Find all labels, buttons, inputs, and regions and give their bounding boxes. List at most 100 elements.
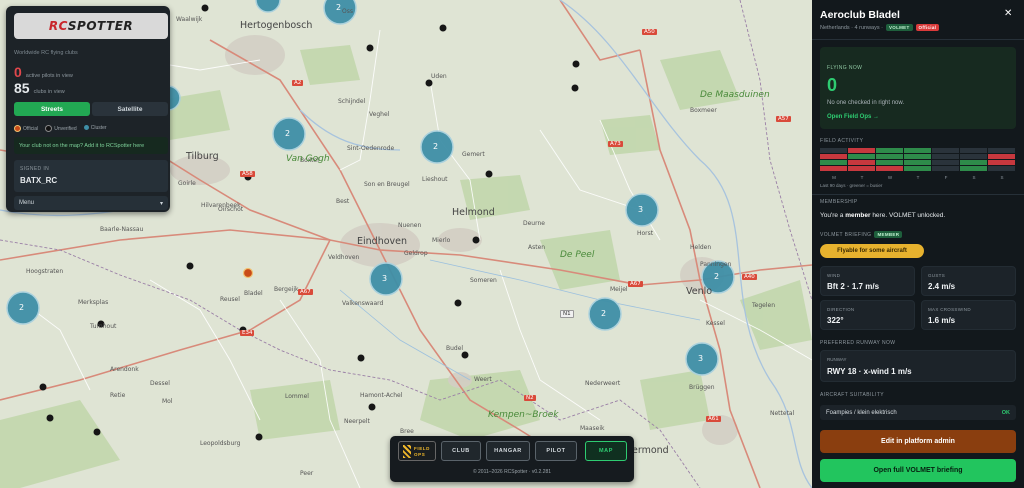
volmet-briefing-label: VOLMET BRIEFING	[820, 231, 872, 238]
activity-cell	[960, 160, 987, 165]
suitability-row: Foampies / klein elektrisch OK	[820, 405, 1016, 420]
volmet-briefing-header: VOLMET BRIEFING MEMBER	[820, 231, 903, 238]
club-title: Aeroclub Bladel	[820, 9, 900, 21]
hazard-stripes-icon	[403, 445, 411, 458]
suitability-aircraft: Foampies / klein elektrisch	[826, 409, 897, 416]
close-icon[interactable]: ✕	[1004, 8, 1012, 19]
field-ops-label: FIELD OPS	[414, 446, 430, 457]
weekday-label: S	[1000, 175, 1004, 180]
weekday-label: W	[887, 175, 893, 180]
wind-card: WIND Bft 2 · 1.7 m/s	[820, 266, 915, 296]
activity-cell	[960, 148, 987, 153]
activity-cell	[820, 166, 847, 171]
activity-cell	[820, 148, 847, 153]
activity-cell	[876, 166, 903, 171]
activity-cell	[848, 160, 875, 165]
clubs-stat: 85 clubs in view	[14, 80, 65, 96]
open-volmet-briefing-button[interactable]: Open full VOLMET briefing	[820, 459, 1016, 482]
clubs-count: 85	[14, 80, 30, 96]
divider	[812, 39, 1024, 40]
preferred-runway-label: PREFERRED RUNWAY NOW	[820, 340, 896, 346]
flying-now-label: FLYING NOW	[827, 65, 863, 71]
activity-cell	[988, 148, 1015, 153]
open-field-ops-link[interactable]: Open Field Ops →	[827, 114, 879, 120]
flying-now-count: 0	[827, 75, 838, 95]
logo-dark-text: SPOTTER	[67, 19, 134, 33]
add-club-link[interactable]: Your club not on the map? Add it to RCSp…	[14, 137, 168, 154]
gusts-value: 2.4 m/s	[928, 282, 956, 291]
map-button[interactable]: MAP	[585, 441, 627, 461]
activity-cell	[932, 166, 959, 171]
membership-text: You're a member here. VOLMET unlocked.	[820, 212, 946, 219]
divider	[812, 194, 1024, 195]
activity-cell	[876, 160, 903, 165]
activity-cell	[904, 148, 931, 153]
pilot-button[interactable]: PILOT	[535, 441, 577, 461]
menu-label: Menu	[19, 200, 35, 206]
flyable-status-pill: Flyable for some aircraft	[820, 244, 924, 258]
no-checkins-text: No one checked in right now.	[827, 100, 905, 106]
club-detail-panel: Aeroclub Bladel ✕ Netherlands · 4 runway…	[812, 0, 1024, 488]
activity-cell	[848, 154, 875, 159]
aircraft-suitability-label: AIRCRAFT SUITABILITY	[820, 392, 884, 398]
activity-cell	[904, 166, 931, 171]
activity-cell	[820, 160, 847, 165]
active-pilots-label: active pilots in view	[25, 73, 73, 79]
wind-label: WIND	[827, 273, 841, 278]
signed-in-label: SIGNED IN	[20, 166, 50, 172]
official-dot-icon	[14, 125, 21, 132]
chevron-down-icon: ▾	[159, 200, 163, 207]
gusts-card: GUSTS 2.4 m/s	[921, 266, 1016, 296]
club-subtitle: Netherlands · 4 runways · VOLMET Officia…	[820, 24, 940, 31]
direction-value: 322°	[827, 316, 844, 325]
runway-card: RUNWAY RWY 18 · x-wind 1 m/s	[820, 350, 1016, 382]
signed-in-card: SIGNED IN BATX_RC	[14, 160, 168, 192]
rcspotter-logo[interactable]: RCSPOTTER	[14, 13, 168, 39]
bottom-nav-bar: FIELD OPS CLUB HANGAR PILOT MAP © 2011–20…	[390, 436, 634, 482]
active-pilots-stat: 0 active pilots in view	[14, 64, 73, 80]
runway-value: RWY 18 · x-wind 1 m/s	[827, 367, 912, 376]
menu-dropdown[interactable]: Menu ▾	[14, 196, 168, 210]
club-button[interactable]: CLUB	[441, 441, 481, 461]
tagline: Worldwide RC flying clubs	[14, 50, 78, 56]
field-activity-label: FIELD ACTIVITY	[820, 138, 864, 144]
weekday-label: T	[860, 175, 864, 180]
direction-card: DIRECTION 322°	[820, 300, 915, 330]
activity-cell	[932, 160, 959, 165]
activity-cell	[820, 154, 847, 159]
legend-cluster: Cluster	[83, 125, 107, 132]
activity-cell	[932, 154, 959, 159]
map-legend: Official Unverified Cluster	[14, 125, 107, 132]
active-pilots-count: 0	[14, 64, 22, 80]
activity-cell	[904, 160, 931, 165]
field-ops-button[interactable]: FIELD OPS	[398, 441, 436, 461]
map-control-panel: RCSPOTTER Worldwide RC flying clubs 0 ac…	[6, 6, 170, 212]
legend-official: Official	[14, 125, 38, 132]
volmet-badge: VOLMET	[885, 24, 913, 31]
activity-cell	[848, 148, 875, 153]
cluster-dot-icon	[83, 125, 89, 131]
field-activity-heatmap	[820, 148, 1015, 171]
streets-toggle[interactable]: Streets	[14, 102, 90, 116]
activity-legend: Last 90 days · greener = busier	[820, 183, 883, 188]
weekday-label: F	[944, 175, 948, 180]
suitability-status: OK	[1001, 409, 1010, 416]
username: BATX_RC	[20, 176, 58, 185]
legend-unverified: Unverified	[45, 125, 77, 132]
satellite-toggle[interactable]: Satellite	[92, 102, 168, 116]
crosswind-card: MAX CROSSWIND 1.6 m/s	[921, 300, 1016, 330]
activity-cell	[932, 148, 959, 153]
weekday-label: S	[972, 175, 976, 180]
official-badge: Official	[915, 24, 940, 31]
runway-label: RUNWAY	[827, 357, 847, 362]
edit-platform-admin-button[interactable]: Edit in platform admin	[820, 430, 1016, 453]
hangar-button[interactable]: HANGAR	[486, 441, 530, 461]
activity-cell	[904, 154, 931, 159]
activity-cell	[988, 154, 1015, 159]
membership-label: MEMBERSHIP	[820, 199, 858, 205]
direction-label: DIRECTION	[827, 307, 855, 312]
weekday-label: M	[832, 175, 836, 180]
flying-now-card: FLYING NOW 0 No one checked in right now…	[820, 47, 1016, 129]
activity-cell	[988, 160, 1015, 165]
copyright: © 2011–2026 RCSpotter · v0.2.281	[472, 469, 552, 475]
